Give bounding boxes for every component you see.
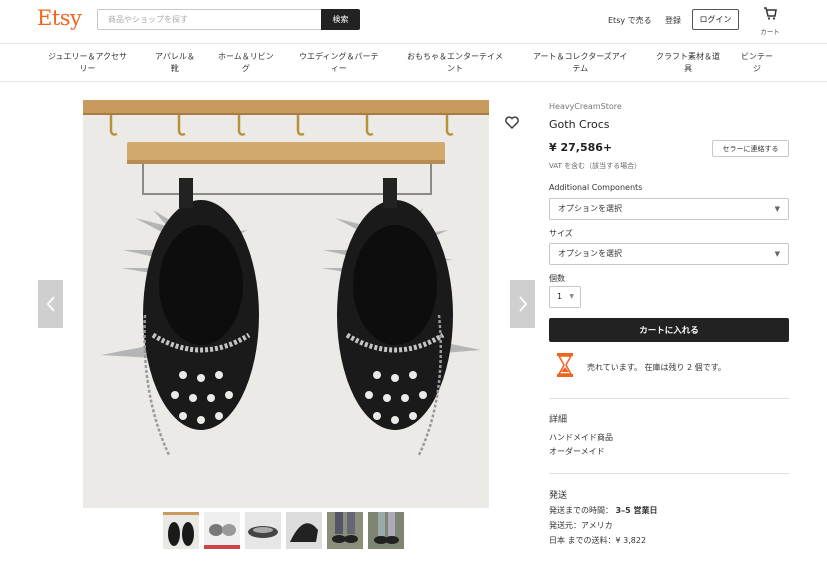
shipping-time-label: 発送までの時間： xyxy=(549,506,613,515)
category-nav: ジュエリー＆アクセサ リー アパレル＆ 靴 ホーム＆リビン グ ウエディング＆パ… xyxy=(0,45,827,82)
category-line: ィー xyxy=(330,64,347,73)
size-label: サイズ xyxy=(549,229,573,238)
category-line: アート＆コレクターズアイ xyxy=(533,52,628,61)
goth-crocs-photo xyxy=(83,100,489,508)
category-line: ント xyxy=(447,64,463,73)
shipping-time-value: 3–5 営業日 xyxy=(615,506,658,515)
contact-seller-button[interactable]: セラーに連絡する xyxy=(712,140,789,157)
prev-image-button[interactable] xyxy=(38,280,63,328)
category-line: ジュエリー＆アクセサ xyxy=(48,52,128,61)
search-input[interactable] xyxy=(97,9,322,30)
hourglass-icon xyxy=(557,353,573,377)
product-title: Goth Crocs xyxy=(549,118,610,131)
shipping-cost: 日本 までの送料：¥ 3,822 xyxy=(549,536,647,545)
shop-name[interactable]: HeavyCreamStore xyxy=(549,102,622,111)
category-toys[interactable]: おもちゃ＆エンターテイメ ント xyxy=(407,51,503,75)
category-line: リー xyxy=(79,64,96,73)
category-line: ホーム＆リビン xyxy=(218,52,274,61)
divider xyxy=(549,473,789,474)
thumbnail-2[interactable] xyxy=(204,512,240,549)
category-jewelry[interactable]: ジュエリー＆アクセサ リー xyxy=(48,51,127,75)
caret-down-icon: ▼ xyxy=(774,250,780,258)
add-to-cart-button[interactable]: カートに入れる xyxy=(549,318,789,342)
login-button[interactable]: ログイン xyxy=(692,9,739,30)
register-link[interactable]: 登録 xyxy=(665,15,681,26)
category-vintage[interactable]: ビンテー ジ xyxy=(741,51,773,75)
category-line: ビンテー xyxy=(741,52,773,61)
category-line: アパレル＆ xyxy=(155,52,195,61)
size-select[interactable]: オプションを選択 ▼ xyxy=(549,243,789,265)
thumbnail-4[interactable] xyxy=(286,512,322,549)
details-title: 詳細 xyxy=(549,415,568,425)
shipping-time: 発送までの時間： 3–5 営業日 xyxy=(549,505,657,516)
thumbnail-3[interactable] xyxy=(245,512,281,549)
caret-down-icon: ▼ xyxy=(774,205,780,213)
cart-button[interactable]: カート xyxy=(753,6,787,38)
next-image-button[interactable] xyxy=(510,280,535,328)
thumbnail-5[interactable] xyxy=(327,512,363,549)
thumbnail-image xyxy=(368,512,404,549)
thumbnail-image xyxy=(204,512,240,549)
category-line: 靴 xyxy=(170,64,179,73)
cart-label: カート xyxy=(760,28,780,36)
shipping-title: 発送 xyxy=(549,491,568,501)
thumbnail-image xyxy=(286,512,322,549)
product-main-image[interactable] xyxy=(83,100,489,508)
sell-on-etsy-link[interactable]: Etsy で売る xyxy=(608,15,652,26)
caret-down-icon: ▼ xyxy=(569,293,574,300)
category-line: テム xyxy=(572,64,589,73)
category-apparel[interactable]: アパレル＆ 靴 xyxy=(155,51,195,75)
detail-handmade: ハンドメイド商品 xyxy=(549,433,613,442)
category-line: おもちゃ＆エンターテイメ xyxy=(407,52,503,61)
thumbnail-image xyxy=(327,512,363,549)
category-line: グ xyxy=(241,64,250,73)
site-header: Etsy 検索 Etsy で売る 登録 ログイン カート xyxy=(0,0,827,44)
thumbnail-image xyxy=(245,512,281,549)
size-select-value: オプションを選択 xyxy=(558,249,622,258)
category-line: ジ xyxy=(753,64,761,73)
heart-icon xyxy=(505,116,519,129)
detail-made-to-order: オーダーメイド xyxy=(549,447,605,456)
category-line: 具 xyxy=(684,64,692,73)
cart-icon xyxy=(764,7,777,20)
stock-message: 売れています。 在庫は残り 2 個です。 xyxy=(587,363,726,372)
thumbnail-image xyxy=(163,512,199,549)
category-wedding[interactable]: ウエディング＆パーテ ィー xyxy=(299,51,378,75)
etsy-logo[interactable]: Etsy xyxy=(37,6,82,30)
quantity-value: 1 xyxy=(557,292,563,301)
quantity-select[interactable]: 1 ▼ xyxy=(549,286,581,308)
vat-note: VAT を含む（該当する場合） xyxy=(549,162,642,170)
components-label: Additional Components xyxy=(549,183,643,192)
components-select[interactable]: オプションを選択 ▼ xyxy=(549,198,789,220)
product-price: ¥ 27,586+ xyxy=(549,141,613,154)
shipping-origin: 発送元：アメリカ xyxy=(549,521,613,530)
category-art[interactable]: アート＆コレクターズアイ テム xyxy=(533,51,627,75)
thumbnail-6[interactable] xyxy=(368,512,404,549)
chevron-left-icon xyxy=(46,296,55,312)
category-line: クラフト素材＆道 xyxy=(656,52,720,61)
category-home[interactable]: ホーム＆リビン グ xyxy=(218,51,274,75)
search-button[interactable]: 検索 xyxy=(321,9,360,30)
thumbnail-1[interactable] xyxy=(163,512,199,549)
components-select-value: オプションを選択 xyxy=(558,204,622,213)
favorite-button[interactable] xyxy=(505,114,519,133)
category-craft[interactable]: クラフト素材＆道 具 xyxy=(656,51,720,75)
divider xyxy=(549,398,789,399)
stock-indicator xyxy=(556,352,574,382)
category-line: ウエディング＆パーテ xyxy=(299,52,379,61)
quantity-label: 個数 xyxy=(549,274,565,283)
chevron-right-icon xyxy=(518,296,527,312)
